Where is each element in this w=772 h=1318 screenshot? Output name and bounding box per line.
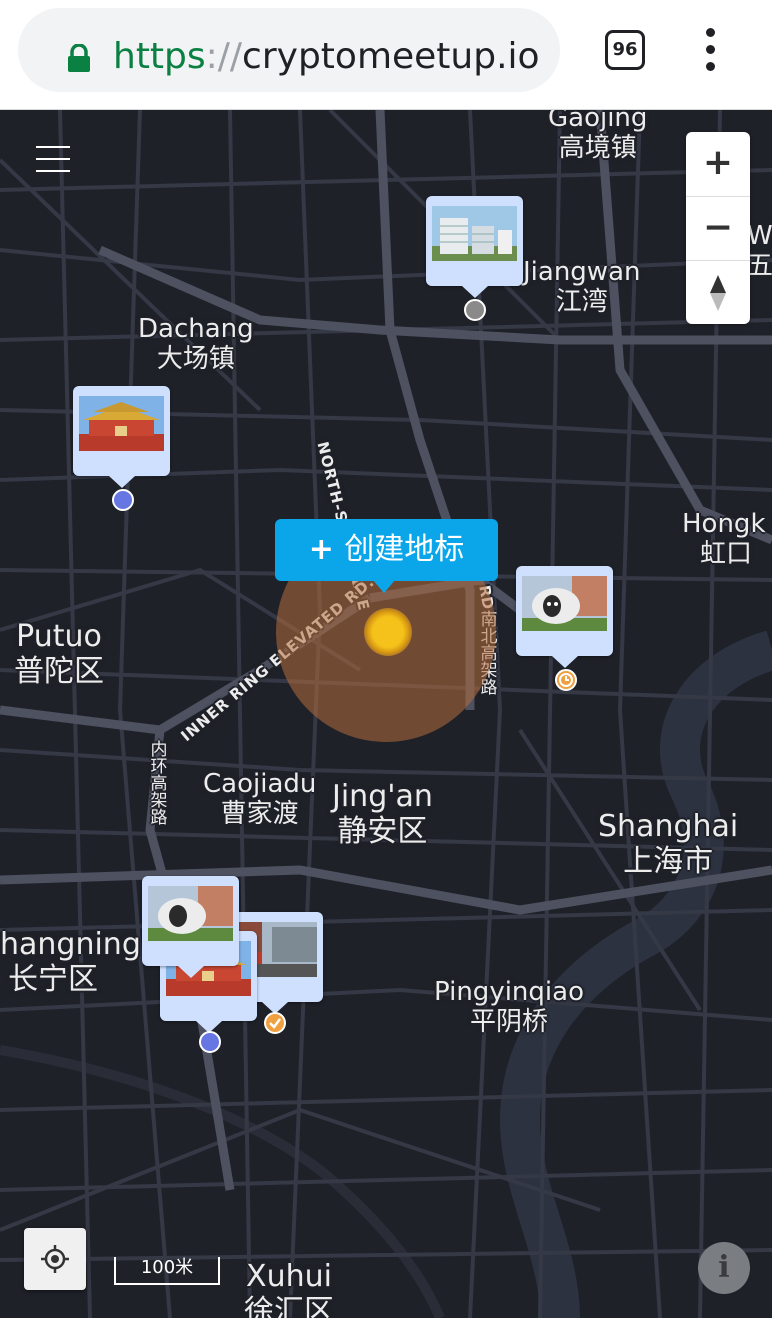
crosshair-icon [41,1245,69,1273]
create-landmark-label: 创建地标 [344,532,465,567]
url-scheme: https [113,36,206,77]
zoom-out-button[interactable]: − [686,196,750,260]
tab-switcher-button[interactable]: 96 [605,30,645,70]
label-putuo: Putuo 普陀区 [14,619,104,689]
marker-dot-blue [112,489,134,511]
create-landmark-button[interactable]: + 创建地标 [275,519,498,581]
browser-toolbar: https://cryptomeetup.io 96 [0,0,772,110]
label-hongkou: Hongk 虹口 [682,509,766,569]
scale-label: 100米 [140,1257,194,1278]
info-icon[interactable]: i [698,1242,750,1294]
label-caojiadu: Caojiadu 曹家渡 [203,769,317,829]
browser-menu-icon[interactable] [700,28,722,72]
plus-icon: + [308,532,345,567]
building-photo [432,206,517,261]
label-jiangwan: Jiangwan 江湾 [523,257,641,317]
gate-tower-photo [79,396,164,451]
label-gaojing: Gaojing 高境镇 [548,110,648,163]
zoom-in-button[interactable]: + [686,132,750,196]
url-text: https://cryptomeetup.io [113,32,540,82]
zoom-control: + − [686,132,750,324]
label-wu: Wu五 [747,221,772,281]
marker-dot-pending [555,669,577,691]
label-changning: hangning 长宁区 [0,927,141,997]
label-jingan: Jing'an 静安区 [332,779,433,849]
menu-icon[interactable] [36,146,70,172]
map-view[interactable]: Gaojing高境镇 Jiangwan江湾 Wu五 Dachang大场镇 Hon… [0,110,772,1318]
url-host: cryptomeetup.io [242,36,540,77]
url-separator: :// [205,36,243,77]
landmark-marker-gate-tower[interactable] [73,386,170,488]
address-bar[interactable]: https://cryptomeetup.io [18,8,560,92]
locate-me-button[interactable] [24,1228,86,1290]
sheep-sculpture-photo-2 [148,886,233,941]
marker-dot-done [264,1012,286,1034]
road-label-inner-ring-zh: 内环高架路 [146,740,167,825]
check-icon [269,1018,281,1029]
create-landmark-pointer [372,579,396,593]
lock-icon [68,44,90,72]
sheep-sculpture-photo [522,576,607,631]
landmark-marker-sheep-sculpture-cluster[interactable] [142,876,239,978]
landmark-marker-sheep-sculpture[interactable] [516,566,613,668]
marker-dot-blue-2 [199,1031,221,1053]
label-pingyinqiao: Pingyinqiao 平阴桥 [434,977,584,1037]
label-xuhui: Xuhui 徐汇区 [244,1259,334,1318]
landmark-marker-modern-building[interactable] [426,196,523,298]
label-dachang: Dachang 大场镇 [138,314,254,374]
label-shanghai: Shanghai 上海市 [598,809,739,879]
user-location-icon[interactable] [364,608,412,656]
marker-dot-gray [464,299,486,321]
clock-icon [559,673,573,687]
scale-bar: 100米 [114,1257,220,1285]
compass-icon[interactable] [686,260,750,324]
